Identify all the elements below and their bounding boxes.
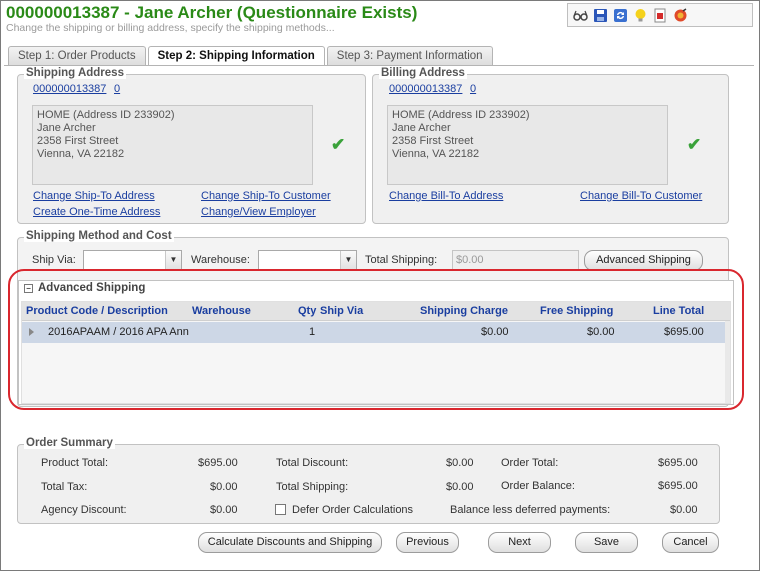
billing-address-title: Billing Address [379, 67, 467, 79]
balance-less-deferred-value: $0.00 [670, 504, 698, 516]
order-balance-label: Order Balance: [501, 480, 575, 492]
shipping-address-line: 2358 First Street [37, 135, 119, 147]
order-balance-value: $695.00 [658, 480, 698, 492]
total-shipping-label: Total Shipping: [365, 254, 438, 266]
order-summary-title: Order Summary [24, 437, 115, 449]
delete-icon[interactable] [673, 7, 688, 23]
billing-count-link[interactable]: 0 [470, 83, 476, 95]
refresh-icon[interactable] [613, 8, 628, 23]
total-shipping-summary-value: $0.00 [446, 481, 474, 493]
billing-address-group: Billing Address 000000013387 0 HOME (Add… [372, 67, 729, 224]
change-ship-to-address-link[interactable]: Change Ship-To Address [33, 190, 155, 202]
balance-less-deferred-label: Balance less deferred payments: [450, 504, 611, 516]
chevron-down-icon: ▼ [165, 251, 181, 269]
page-subtitle: Change the shipping or billing address, … [6, 22, 335, 34]
billing-address-line: Jane Archer [392, 122, 451, 134]
ship-via-label: Ship Via: [32, 254, 76, 266]
total-shipping-summary-label: Total Shipping: [276, 481, 349, 493]
billing-address-box: HOME (Address ID 233902) Jane Archer 235… [387, 105, 668, 185]
order-total-value: $695.00 [658, 457, 698, 469]
agency-discount-label: Agency Discount: [41, 504, 127, 516]
warehouse-label: Warehouse: [191, 254, 250, 266]
shipping-method-title: Shipping Method and Cost [24, 230, 174, 242]
total-discount-label: Total Discount: [276, 457, 349, 469]
shipping-address-group: Shipping Address 000000013387 0 HOME (Ad… [17, 67, 366, 224]
tab-bar: Step 1: Order Products Step 2: Shipping … [8, 46, 495, 67]
next-button[interactable]: Next [488, 532, 551, 553]
tab-order-products[interactable]: Step 1: Order Products [8, 46, 146, 66]
check-icon: ✔ [331, 135, 346, 154]
change-view-employer-link[interactable]: Change/View Employer [201, 206, 316, 218]
product-total-label: Product Total: [41, 457, 109, 469]
lightbulb-icon[interactable] [633, 8, 648, 23]
change-ship-to-customer-link[interactable]: Change Ship-To Customer [201, 190, 331, 202]
total-tax-value: $0.00 [210, 481, 238, 493]
shipping-count-link[interactable]: 0 [114, 83, 120, 95]
shipping-address-title: Shipping Address [24, 67, 126, 79]
defer-order-calculations-label: Defer Order Calculations [292, 504, 414, 516]
shipping-address-box: HOME (Address ID 233902) Jane Archer 235… [32, 105, 313, 185]
tab-shipping-information[interactable]: Step 2: Shipping Information [147, 46, 325, 67]
shipping-address-line: HOME (Address ID 233902) [37, 109, 175, 121]
tab-payment-information[interactable]: Step 3: Payment Information [326, 46, 493, 66]
total-tax-label: Total Tax: [41, 481, 88, 493]
report-icon[interactable] [653, 8, 668, 23]
save-button[interactable]: Save [575, 532, 638, 553]
billing-customer-id-link[interactable]: 000000013387 [389, 83, 462, 95]
page-title: 000000013387 - Jane Archer (Questionnair… [6, 3, 418, 22]
shipping-customer-id-link[interactable]: 000000013387 [33, 83, 106, 95]
warehouse-dropdown[interactable]: ▼ [258, 250, 357, 270]
cancel-button[interactable]: Cancel [662, 532, 719, 553]
advanced-shipping-button[interactable]: Advanced Shipping [584, 250, 703, 271]
billing-address-line: Vienna, VA 22182 [392, 148, 480, 160]
billing-address-line: HOME (Address ID 233902) [392, 109, 530, 121]
defer-order-calculations-checkbox[interactable] [275, 504, 286, 515]
change-bill-to-address-link[interactable]: Change Bill-To Address [389, 190, 503, 202]
glasses-icon[interactable] [573, 8, 588, 23]
total-shipping-field[interactable]: $0.00 [452, 250, 579, 270]
shipping-address-line: Jane Archer [37, 122, 96, 134]
highlight-annotation [8, 269, 744, 410]
billing-address-line: 2358 First Street [392, 135, 474, 147]
save-icon[interactable] [593, 8, 608, 23]
previous-button[interactable]: Previous [396, 532, 459, 553]
check-icon: ✔ [687, 135, 702, 154]
total-discount-value: $0.00 [446, 457, 474, 469]
agency-discount-value: $0.00 [210, 504, 238, 516]
ship-via-dropdown[interactable]: ▼ [83, 250, 182, 270]
toolbar [567, 3, 753, 27]
shipping-address-line: Vienna, VA 22182 [37, 148, 125, 160]
calculate-discounts-button[interactable]: Calculate Discounts and Shipping [198, 532, 382, 553]
chevron-down-icon: ▼ [340, 251, 356, 269]
product-total-value: $695.00 [198, 457, 238, 469]
create-one-time-address-link[interactable]: Create One-Time Address [33, 206, 160, 218]
order-total-label: Order Total: [501, 457, 559, 469]
change-bill-to-customer-link[interactable]: Change Bill-To Customer [580, 190, 702, 202]
